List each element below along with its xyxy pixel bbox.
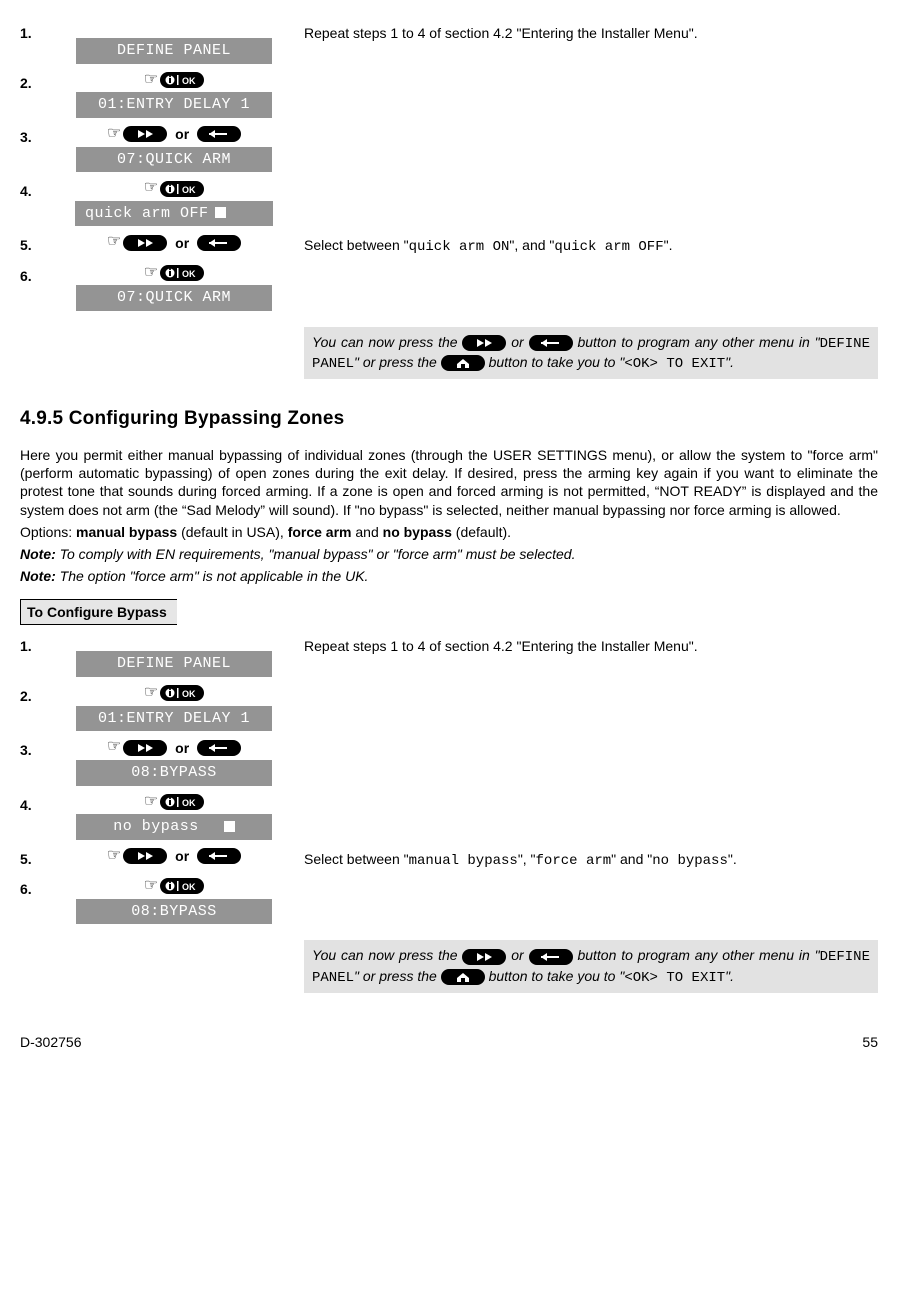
next-button-icon (462, 335, 506, 351)
step-number: 3. (20, 737, 44, 759)
home-button-icon (441, 969, 485, 985)
step-number: 5. (20, 232, 44, 254)
prev-button-icon (197, 235, 241, 251)
note-line: Note: The option "force arm" is not appl… (20, 567, 878, 585)
ok-button-icon (160, 794, 204, 810)
step-description: Repeat steps 1 to 4 of section 4.2 "Ente… (304, 20, 878, 42)
ok-button-icon (160, 181, 204, 197)
options-line: Options: manual bypass (default in USA),… (20, 523, 878, 541)
cursor-icon (224, 821, 235, 832)
lcd-entry-delay: 01:ENTRY DELAY 1 (76, 92, 272, 118)
lcd-no-bypass: no bypass (76, 814, 272, 840)
page-number: 55 (862, 1033, 878, 1051)
bypass-steps: 1. DEFINE PANEL Repeat steps 1 to 4 of s… (20, 633, 878, 992)
or-text: or (175, 126, 189, 142)
hand-icon: ☞ (107, 847, 121, 864)
lcd-bypass: 08:BYPASS (76, 760, 272, 786)
or-text: or (175, 848, 189, 864)
hand-icon: ☞ (144, 877, 158, 894)
lcd-entry-delay: 01:ENTRY DELAY 1 (76, 706, 272, 732)
hand-icon: ☞ (144, 71, 158, 88)
step-description: Repeat steps 1 to 4 of section 4.2 "Ente… (304, 633, 878, 655)
prev-button-icon (529, 949, 573, 965)
hand-icon: ☞ (144, 179, 158, 196)
prev-button-icon (197, 740, 241, 756)
next-button-icon (123, 126, 167, 142)
lcd-quick-arm-confirm: 07:QUICK ARM (76, 285, 272, 311)
tip-box: You can now press the or button to progr… (304, 940, 878, 992)
hand-icon: ☞ (107, 738, 121, 755)
ok-button-icon (160, 685, 204, 701)
lcd-quick-arm-off: quick arm OFF (75, 201, 273, 227)
prev-button-icon (197, 126, 241, 142)
cursor-icon (215, 207, 226, 218)
doc-id: D-302756 (20, 1033, 82, 1051)
note-line: Note: To comply with EN requirements, "m… (20, 545, 878, 563)
or-text: or (175, 740, 189, 756)
step-number: 2. (20, 683, 44, 705)
step-number: 4. (20, 178, 44, 200)
step-description: Select between "manual bypass", "force a… (304, 846, 878, 870)
step-number: 1. (20, 20, 44, 42)
prev-button-icon (197, 848, 241, 864)
hand-icon: ☞ (107, 125, 121, 142)
step-number: 4. (20, 792, 44, 814)
step-number: 6. (20, 263, 44, 285)
step-number: 5. (20, 846, 44, 868)
step-number: 3. (20, 124, 44, 146)
hand-icon: ☞ (107, 233, 121, 250)
hand-icon: ☞ (144, 684, 158, 701)
ok-button-icon (160, 878, 204, 894)
or-text: or (175, 235, 189, 251)
next-button-icon (123, 740, 167, 756)
next-button-icon (462, 949, 506, 965)
step-description: Select between "quick arm ON", and "quic… (304, 232, 878, 256)
body-paragraph: Here you permit either manual bypassing … (20, 446, 878, 519)
quick-arm-steps: 1. DEFINE PANEL Repeat steps 1 to 4 of s… (20, 20, 878, 379)
configure-bypass-label: To Configure Bypass (20, 599, 177, 625)
home-button-icon (441, 355, 485, 371)
step-number: 1. (20, 633, 44, 655)
step-number: 6. (20, 876, 44, 898)
prev-button-icon (529, 335, 573, 351)
next-button-icon (123, 848, 167, 864)
lcd-quick-arm: 07:QUICK ARM (76, 147, 272, 173)
tip-box: You can now press the or button to progr… (304, 327, 878, 379)
hand-icon: ☞ (144, 793, 158, 810)
hand-icon: ☞ (144, 264, 158, 281)
ok-button-icon (160, 72, 204, 88)
next-button-icon (123, 235, 167, 251)
step-number: 2. (20, 70, 44, 92)
page-footer: D-302756 55 (20, 1033, 878, 1051)
lcd-bypass-confirm: 08:BYPASS (76, 899, 272, 925)
ok-button-icon (160, 265, 204, 281)
lcd-define-panel: DEFINE PANEL (76, 38, 272, 64)
lcd-define-panel: DEFINE PANEL (76, 651, 272, 677)
section-heading: 4.9.5 Configuring Bypassing Zones (20, 407, 878, 432)
